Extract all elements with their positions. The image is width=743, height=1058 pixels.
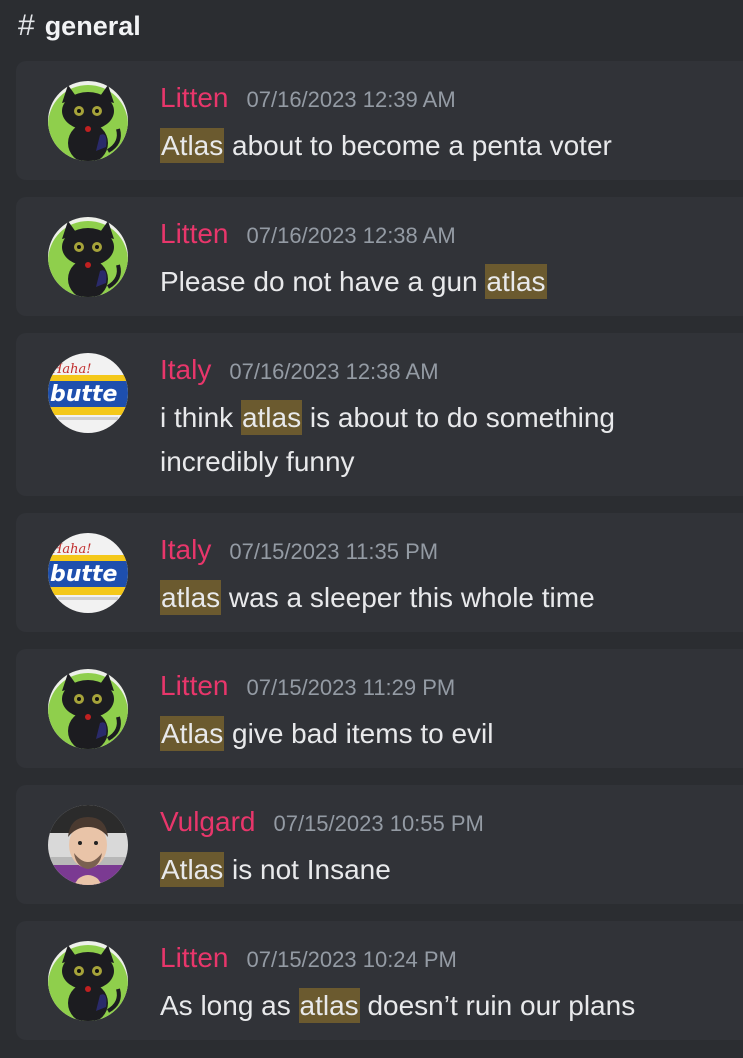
message-item[interactable]: Vulgard 07/15/2023 10:55 PM Atlas is not… bbox=[16, 785, 743, 904]
black-cat-avatar[interactable] bbox=[48, 669, 128, 749]
black-cat-avatar[interactable] bbox=[48, 81, 128, 161]
message-item[interactable]: Italy 07/15/2023 11:35 PM atlas was a sl… bbox=[16, 513, 743, 632]
black-cat-avatar[interactable] bbox=[48, 941, 128, 1021]
keyword-highlight: Atlas bbox=[160, 852, 225, 887]
message-header: Litten 07/15/2023 11:29 PM bbox=[160, 670, 455, 702]
channel-header: # general bbox=[18, 8, 141, 44]
author-name[interactable]: Litten bbox=[160, 82, 229, 114]
text-before: i think bbox=[160, 402, 241, 433]
text-after: give bad items to evil bbox=[224, 718, 494, 749]
message-item[interactable]: Litten 07/16/2023 12:38 AM Please do not… bbox=[16, 197, 743, 316]
message-timestamp: 07/16/2023 12:38 AM bbox=[246, 223, 456, 248]
text-after: doesn’t ruin our plans bbox=[359, 990, 636, 1021]
keyword-highlight: Atlas bbox=[160, 716, 225, 751]
author-name[interactable]: Litten bbox=[160, 218, 229, 250]
message-text: Please do not have a gun atlas bbox=[160, 260, 720, 304]
text-after: about to become a penta voter bbox=[224, 130, 612, 161]
message-text: Atlas give bad items to evil bbox=[160, 712, 720, 756]
keyword-highlight: atlas bbox=[160, 580, 222, 615]
message-timestamp: 07/16/2023 12:39 AM bbox=[246, 87, 456, 112]
message-timestamp: 07/15/2023 10:24 PM bbox=[246, 947, 457, 972]
message-timestamp: 07/15/2023 11:29 PM bbox=[246, 675, 456, 700]
keyword-highlight: atlas bbox=[298, 988, 360, 1023]
message-timestamp: 07/15/2023 11:35 PM bbox=[229, 539, 439, 564]
channel-name: general bbox=[44, 10, 141, 41]
keyword-highlight: Atlas bbox=[160, 128, 225, 163]
text-before: As long as bbox=[160, 990, 299, 1021]
message-header: Vulgard 07/15/2023 10:55 PM bbox=[160, 806, 484, 838]
author-name[interactable]: Litten bbox=[160, 670, 229, 702]
message-text: atlas was a sleeper this whole time bbox=[160, 576, 720, 620]
message-text: As long as atlas doesn’t ruin our plans bbox=[160, 984, 720, 1028]
text-after: is not Insane bbox=[224, 854, 391, 885]
text-before: Please do not have a gun bbox=[160, 266, 486, 297]
keyword-highlight: atlas bbox=[240, 400, 303, 435]
butter-sticker-avatar[interactable] bbox=[48, 353, 128, 433]
author-name[interactable]: Vulgard bbox=[160, 806, 255, 838]
butter-sticker-avatar[interactable] bbox=[48, 533, 128, 613]
author-name[interactable]: Litten bbox=[160, 942, 229, 974]
text-after: was a sleeper this whole time bbox=[221, 582, 595, 613]
keyword-highlight: atlas bbox=[485, 264, 547, 299]
message-item[interactable]: Italy 07/16/2023 12:38 AM i think atlas … bbox=[16, 333, 743, 496]
message-header: Italy 07/16/2023 12:38 AM bbox=[160, 354, 439, 386]
message-item[interactable]: Litten 07/15/2023 10:24 PM As long as at… bbox=[16, 921, 743, 1040]
channel-hash-icon: # bbox=[18, 9, 35, 42]
message-text: Atlas about to become a penta voter bbox=[160, 124, 720, 168]
message-text: i think atlas is about to do something i… bbox=[160, 396, 720, 484]
message-header: Litten 07/16/2023 12:39 AM bbox=[160, 82, 456, 114]
message-timestamp: 07/15/2023 10:55 PM bbox=[273, 811, 484, 836]
author-name[interactable]: Italy bbox=[160, 354, 211, 386]
message-header: Litten 07/15/2023 10:24 PM bbox=[160, 942, 457, 974]
message-item[interactable]: Litten 07/16/2023 12:39 AM Atlas about t… bbox=[16, 61, 743, 180]
message-item[interactable]: Litten 07/15/2023 11:29 PM Atlas give ba… bbox=[16, 649, 743, 768]
black-cat-avatar[interactable] bbox=[48, 217, 128, 297]
cartoon-man-avatar[interactable] bbox=[48, 805, 128, 885]
message-text: Atlas is not Insane bbox=[160, 848, 720, 892]
message-header: Italy 07/15/2023 11:35 PM bbox=[160, 534, 438, 566]
author-name[interactable]: Italy bbox=[160, 534, 211, 566]
message-timestamp: 07/16/2023 12:38 AM bbox=[229, 359, 439, 384]
message-header: Litten 07/16/2023 12:38 AM bbox=[160, 218, 456, 250]
